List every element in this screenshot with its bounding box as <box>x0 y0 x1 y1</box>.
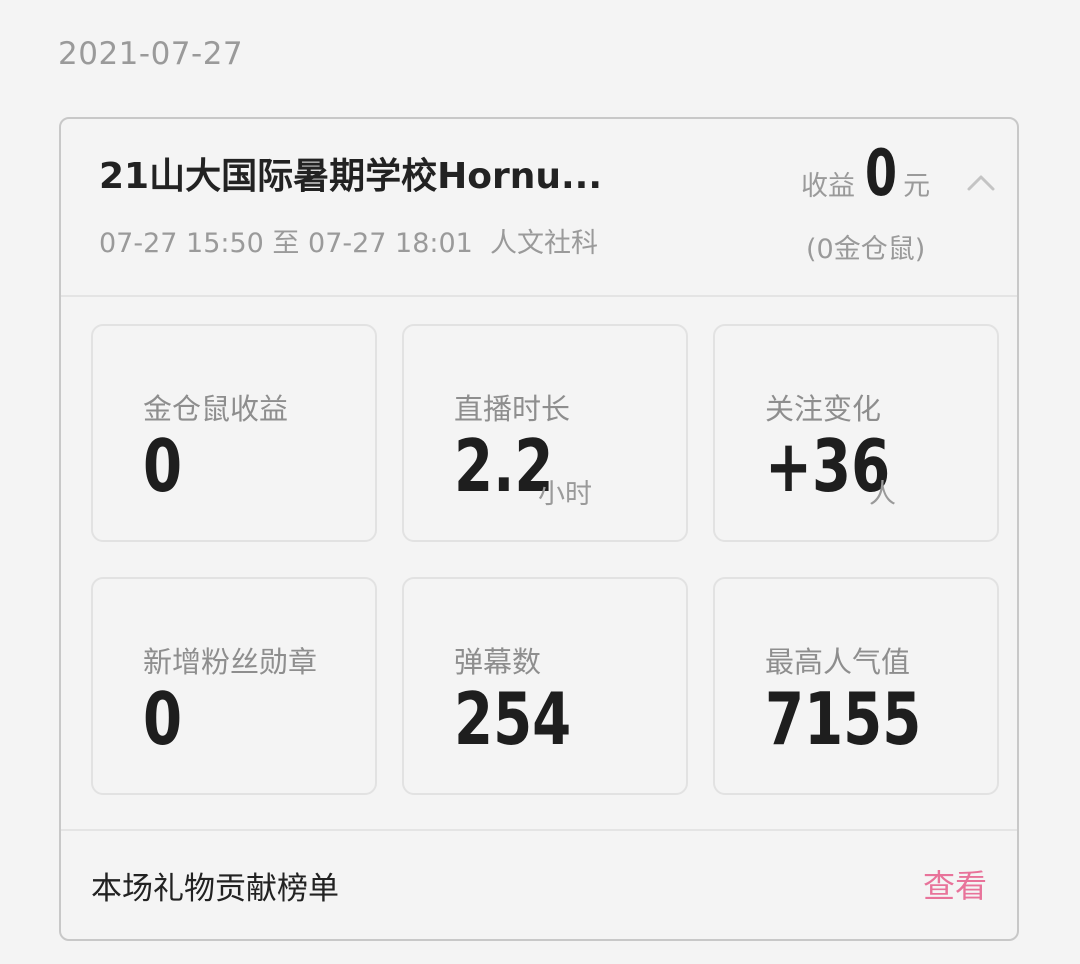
session-title: 21山大国际暑期学校Hornu... <box>99 156 602 197</box>
stat-tile-peak-popularity: 最高人气值 7155 <box>713 577 999 795</box>
session-header[interactable]: 21山大国际暑期学校Hornu... 07-27 15:50 至 07-27 1… <box>61 119 1017 297</box>
stat-value: 254 <box>454 677 572 761</box>
view-ranking-link[interactable]: 查看 <box>923 861 987 907</box>
stat-value: 0 <box>143 677 183 761</box>
session-time-range: 07-27 15:50 至 07-27 18:01 <box>99 228 473 259</box>
chevron-up-icon[interactable] <box>966 169 996 199</box>
stat-label: 直播时长 <box>454 392 571 426</box>
stat-value: 0 <box>143 424 183 508</box>
stat-tile-follow-change: 关注变化 +36 人 <box>713 324 999 542</box>
earnings-label: 收益 <box>801 171 855 202</box>
earnings-hamster-count: (0金仓鼠) <box>806 234 926 265</box>
stat-label: 新增粉丝勋章 <box>143 645 318 679</box>
gift-ranking-label: 本场礼物贡献榜单 <box>91 871 339 907</box>
earnings-unit: 元 <box>903 171 931 202</box>
session-category: 人文社科 <box>490 228 599 259</box>
earnings-value: 0 <box>865 137 898 211</box>
live-session-card: 21山大国际暑期学校Hornu... 07-27 15:50 至 07-27 1… <box>59 117 1019 941</box>
stat-tile-danmaku-count: 弹幕数 254 <box>402 577 688 795</box>
stat-label: 弹幕数 <box>454 645 542 679</box>
stat-unit: 人 <box>869 479 896 510</box>
gift-ranking-row[interactable]: 本场礼物贡献榜单 查看 <box>61 829 1017 943</box>
session-meta: 07-27 15:50 至 07-27 18:01 人文社科 <box>99 221 598 260</box>
stat-value: 7155 <box>765 677 922 761</box>
stat-label: 最高人气值 <box>765 645 911 679</box>
stat-label: 金仓鼠收益 <box>143 392 289 426</box>
earnings-summary: 收益 0 元 <box>801 137 931 211</box>
stat-unit: 小时 <box>538 479 592 510</box>
stat-label: 关注变化 <box>765 392 882 426</box>
stat-tile-live-duration: 直播时长 2.2 小时 <box>402 324 688 542</box>
stat-tile-new-fan-medals: 新增粉丝勋章 0 <box>91 577 377 795</box>
date-header: 2021-07-27 <box>58 36 244 72</box>
stat-tile-hamster-earnings: 金仓鼠收益 0 <box>91 324 377 542</box>
